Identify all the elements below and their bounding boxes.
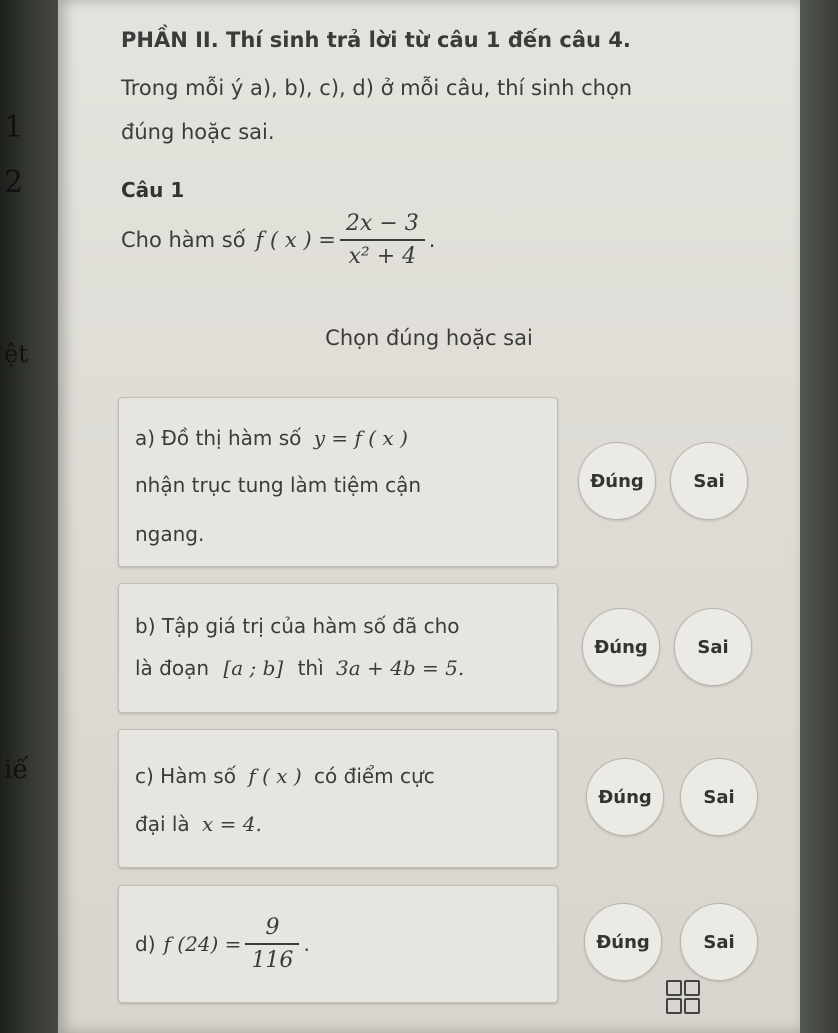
statement-card-d: d) f (24) = 9 116 . [118, 885, 558, 1003]
statement-c-rest: có điểm cực [314, 764, 435, 788]
statement-c-math-2: x = 4. [202, 812, 262, 836]
section-instruction-line: Trong mỗi ý a), b), c), d) ở mỗi câu, th… [121, 76, 633, 100]
statement-c-text-2: đại là [135, 812, 190, 836]
statement-d-denominator: 116 [251, 948, 294, 973]
question-numerator: 2x − 3 [345, 211, 419, 236]
left-edge-background: 1 2 ệt iế [0, 0, 60, 1033]
choose-instruction: Chọn đúng hoặc sai [325, 326, 533, 350]
statement-d-numerator: 9 [265, 915, 280, 940]
statement-d-suffix: . [303, 932, 310, 956]
statement-b-equation: 3a + 4b = 5. [336, 656, 465, 680]
option-d-true-button[interactable]: Đúng [584, 903, 662, 981]
right-edge-background [798, 0, 838, 1033]
statement-c-math: f ( x ) [248, 764, 302, 788]
statement-c-line-2: đại là x = 4. [135, 812, 262, 836]
statement-card-b: b) Tập giá trị của hàm số đã cho là đoạn… [118, 583, 558, 713]
quiz-screen: PHẦN II. Thí sinh trả lời từ câu 1 đến c… [58, 0, 800, 1033]
statement-a-line-2: nhận trục tung làm tiệm cận [135, 473, 422, 497]
question-title: Câu 1 [121, 178, 185, 202]
edge-glyph-1: 1 [4, 110, 24, 145]
option-a-false-button[interactable]: Sai [670, 442, 748, 520]
question-suffix: . [428, 228, 436, 252]
option-b-true-button[interactable]: Đúng [582, 608, 660, 686]
statement-card-c: c) Hàm số f ( x ) có điểm cực đại là x =… [118, 729, 558, 868]
question-function: f ( x ) = [255, 228, 336, 252]
statement-a-line-3: ngang. [135, 522, 205, 546]
statement-c-line-1: c) Hàm số f ( x ) có điểm cực [135, 764, 435, 788]
option-c-true-button[interactable]: Đúng [586, 758, 664, 836]
question-prefix: Cho hàm số [121, 228, 246, 252]
option-d-false-button[interactable]: Sai [680, 903, 758, 981]
statement-d-prefix: d) [135, 932, 156, 956]
statement-d-line: d) f (24) = 9 116 . [135, 886, 310, 1002]
statement-b-mid: thì [297, 656, 324, 680]
edge-glyph-4: iế [4, 755, 29, 785]
question-fraction: 2x − 3 x² + 4 [339, 211, 425, 269]
statement-b-text: là đoạn [135, 656, 210, 680]
statement-b-line-1: b) Tập giá trị của hàm số đã cho [135, 614, 460, 638]
section-title: PHẦN II. Thí sinh trả lời từ câu 1 đến c… [121, 28, 631, 52]
statement-a-line-1: a) Đồ thị hàm số y = f ( x ) [135, 426, 408, 450]
statement-a-text: a) Đồ thị hàm số [135, 426, 302, 450]
statement-card-a: a) Đồ thị hàm số y = f ( x ) nhận trục t… [118, 397, 558, 567]
section-instruction-line-end: đúng hoặc sai. [121, 120, 275, 144]
edge-glyph-3: ệt [4, 340, 28, 368]
statement-b-line-2: là đoạn [a ; b] thì 3a + 4b = 5. [135, 656, 464, 680]
grid-menu-icon[interactable] [666, 980, 700, 1014]
option-a-true-button[interactable]: Đúng [578, 442, 656, 520]
statement-d-function: f (24) = [163, 932, 242, 956]
statement-a-math: y = f ( x ) [313, 426, 408, 450]
question-denominator: x² + 4 [348, 244, 417, 269]
statement-c-text: c) Hàm số [135, 764, 236, 788]
statement-b-interval: [a ; b] [223, 656, 284, 680]
option-c-false-button[interactable]: Sai [680, 758, 758, 836]
edge-glyph-2: 2 [4, 165, 24, 200]
statement-d-fraction: 9 116 [245, 915, 300, 973]
option-b-false-button[interactable]: Sai [674, 608, 752, 686]
question-statement: Cho hàm số f ( x ) = 2x − 3 x² + 4 . [121, 200, 435, 280]
